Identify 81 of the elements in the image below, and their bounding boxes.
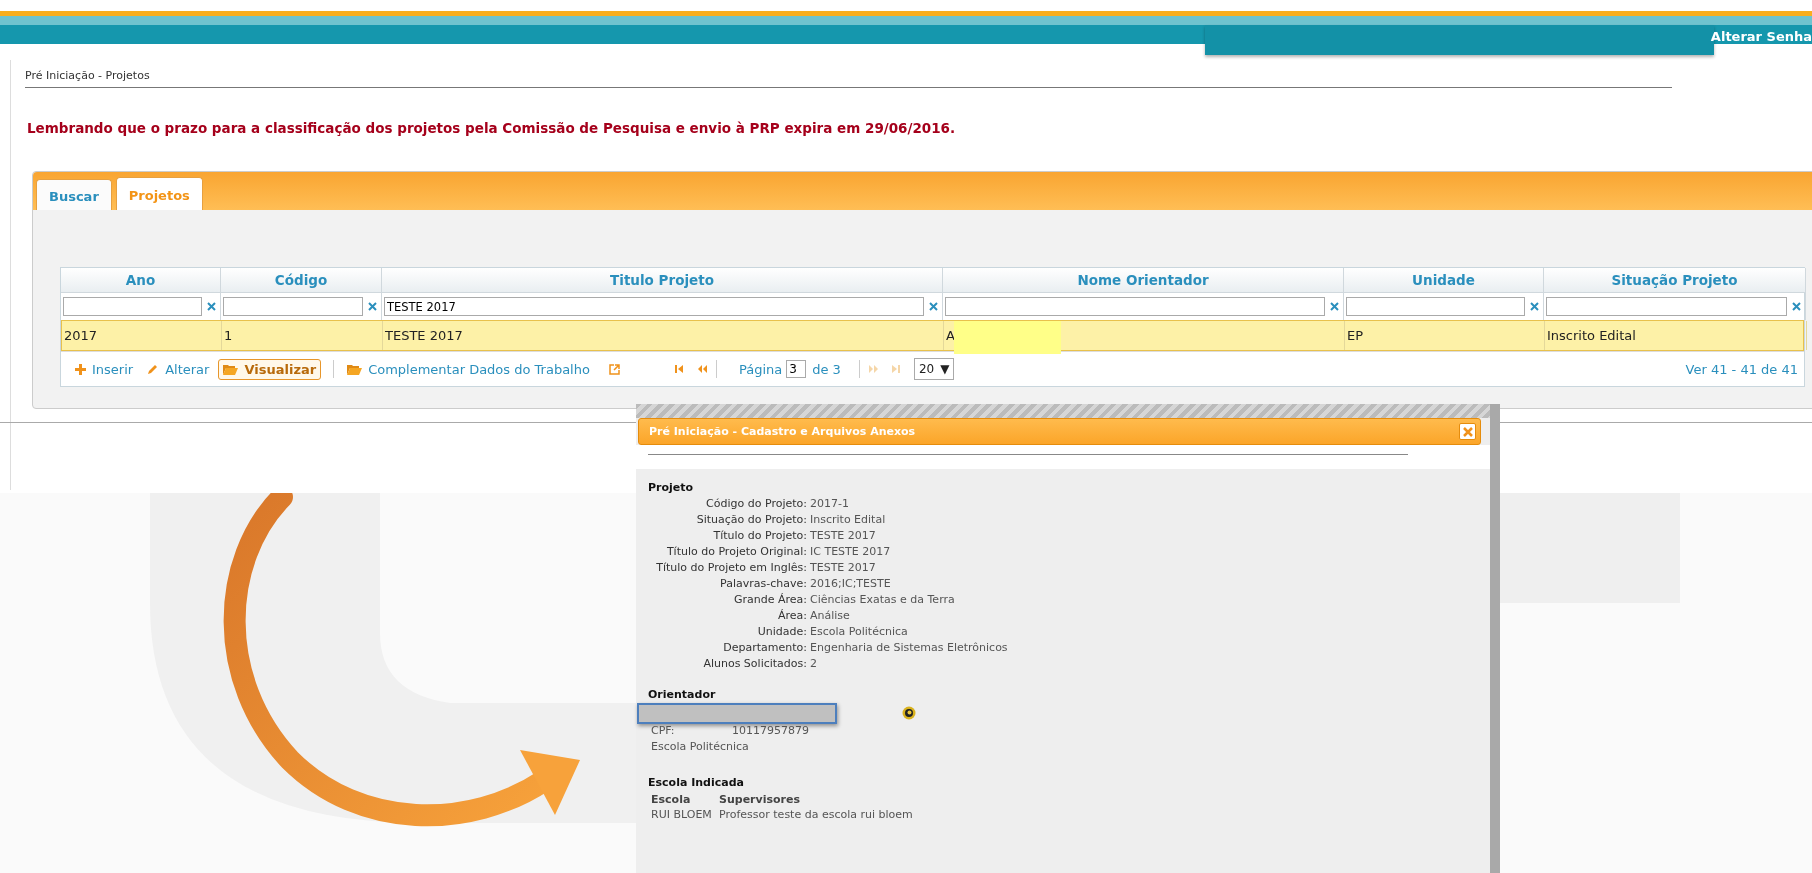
column-header[interactable]: Titulo Projeto	[382, 268, 943, 292]
tab[interactable]: Buscar	[36, 179, 112, 210]
toolbar-button[interactable]: Complementar Dados do Trabalho	[342, 358, 595, 380]
field-value: Inscrito Edital	[810, 513, 887, 527]
folder-icon	[223, 363, 239, 375]
external-link-icon[interactable]	[608, 363, 620, 375]
column-header[interactable]: Código	[221, 268, 382, 292]
folder-icon	[347, 363, 363, 375]
record-summary: Ver 41 - 41 de 41	[1685, 361, 1798, 377]
filter-field[interactable]	[1546, 297, 1787, 316]
pencil-icon	[147, 363, 160, 375]
field-label: Área:	[776, 609, 807, 623]
page-size-select[interactable]: 20 ▼	[913, 358, 955, 380]
prev-page-icon[interactable]	[696, 364, 708, 374]
field-value: 10117957879	[732, 724, 809, 738]
field-label: Grande Área:	[732, 593, 807, 607]
field-label: Palavras-chave:	[719, 577, 807, 591]
breadcrumb: Pré Iniciação - Projetos	[25, 69, 150, 82]
field-label: Unidade:	[756, 625, 807, 639]
toolbar-button[interactable]: Visualizar	[218, 358, 322, 380]
field-label: Título do Projeto em Inglês:	[655, 561, 807, 575]
column-header: Supervisores	[719, 792, 801, 807]
column-header[interactable]: Nome Orientador	[943, 268, 1344, 292]
field-value: 2	[810, 657, 818, 671]
section-heading: Escola Indicada	[648, 776, 745, 789]
clear-icon[interactable]	[1530, 302, 1539, 311]
page-field[interactable]: 3	[786, 360, 807, 378]
clear-icon[interactable]	[368, 302, 377, 311]
column-header[interactable]: Unidade	[1344, 268, 1544, 292]
field-value: Escola Politécnica	[651, 740, 750, 754]
filter-field[interactable]	[223, 297, 363, 316]
coin-icon[interactable]	[902, 706, 916, 720]
deadline-notice: Lembrando que o prazo para a classificação dos projetos pela Comissão de Pesquisa e envio à PRP expira em 29/06/2016.	[27, 120, 956, 136]
column-header[interactable]: Situação Projeto	[1544, 268, 1806, 292]
field-label: Título do Projeto:	[712, 529, 807, 543]
table-row[interactable]: 2017 1 TESTE 2017 A EP Inscrito Edital	[61, 320, 1804, 351]
toolbar-button[interactable]: Alterar	[142, 358, 215, 380]
filter-field[interactable]	[1346, 297, 1525, 316]
table-cell: Inscrito Edital	[1547, 328, 1636, 343]
clear-icon[interactable]	[207, 302, 216, 311]
section-heading: Projeto	[648, 481, 695, 494]
filter-field[interactable]	[945, 297, 1325, 316]
filter-field[interactable]	[63, 297, 202, 316]
table-cell: 2017	[64, 328, 98, 343]
field-value: Análise	[810, 609, 851, 623]
table-cell: TESTE 2017	[385, 328, 463, 343]
column-header[interactable]: Ano	[61, 268, 221, 292]
table-cell: EP	[1347, 328, 1364, 343]
page-label: Página	[738, 361, 783, 377]
table-cell: 1	[224, 328, 233, 343]
field-label: Código do Projeto:	[705, 497, 807, 511]
field-value: Engenharia de Sistemas Eletrônicos	[810, 641, 1008, 655]
table-cell-text: RUI BLOEM	[651, 807, 713, 822]
first-page-icon[interactable]	[673, 364, 685, 374]
field-value: Escola Politécnica	[810, 625, 909, 639]
filter-field[interactable]: TESTE 2017	[384, 297, 924, 316]
field-value: TESTE 2017	[810, 561, 877, 575]
section-heading: Orientador	[648, 688, 717, 701]
plus-icon	[75, 363, 86, 375]
column-header: Escola	[651, 792, 692, 807]
field-value: Ciências Exatas e da Terra	[810, 593, 956, 607]
field-label: Título do Projeto Original:	[665, 545, 807, 559]
table-cell: Professor teste da escola rui bloem	[719, 807, 913, 822]
tab[interactable]: Projetos	[115, 177, 203, 210]
field-label: Departamento:	[722, 641, 807, 655]
toolbar-button[interactable]: Inserir	[70, 358, 139, 380]
table-cell: A	[946, 328, 955, 343]
field-label: Alunos Solicitados:	[702, 657, 807, 671]
clear-icon[interactable]	[1792, 302, 1801, 311]
clear-icon[interactable]	[929, 302, 938, 311]
field-label: CPF:	[651, 724, 676, 738]
field-value: TESTE 2017	[810, 529, 877, 543]
dialog-title: Pré Iniciação - Cadastro e Arquivos Anexos	[649, 425, 916, 438]
close-button[interactable]	[1459, 423, 1476, 440]
page-total: de 3	[812, 361, 841, 377]
field-value: 2017-1	[810, 497, 850, 511]
field-value: IC TESTE 2017	[810, 545, 892, 559]
change-password-link[interactable]: Alterar Senha	[1710, 29, 1812, 44]
field-value: 2016;IC;TESTE	[810, 577, 892, 591]
clear-icon[interactable]	[1330, 302, 1339, 311]
field-label: Situação do Projeto:	[695, 513, 807, 527]
